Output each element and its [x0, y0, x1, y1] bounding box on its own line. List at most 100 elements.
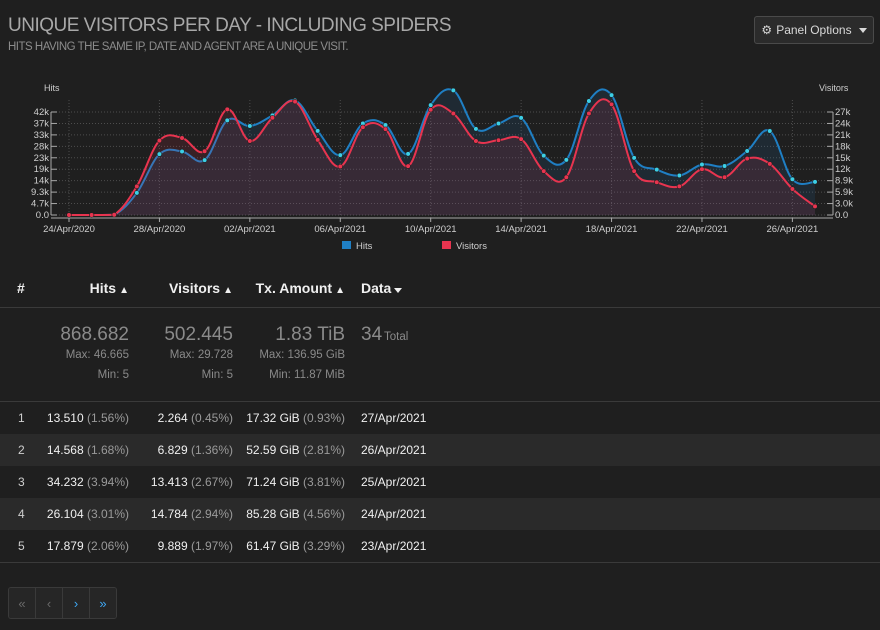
summary-tx-max: Max: 136.95 GiB: [259, 349, 345, 361]
row-tx: 52.59 GiB (2.81%): [246, 443, 345, 457]
y-left-tick-label: 9.3k: [31, 187, 49, 198]
page-prev-button[interactable]: ‹: [36, 588, 63, 618]
data-point: [428, 102, 434, 108]
y-left-tick-label: 42k: [34, 107, 50, 118]
row-tx: 85.28 GiB (4.56%): [246, 507, 345, 521]
data-point: [405, 151, 411, 157]
col-header-index: #: [17, 280, 25, 296]
data-point: [495, 137, 502, 143]
data-point: [654, 167, 660, 173]
y-left-tick-label: 28k: [34, 141, 50, 152]
legend-label: Visitors: [456, 241, 487, 252]
page-first-button[interactable]: «: [9, 588, 36, 618]
panel-options-label: Panel Options: [776, 23, 852, 37]
x-tick-label: 22/Apr/2021: [676, 224, 728, 235]
visitors-chart: 0.04.7k9.3k14k19k23k28k33k37k42k0.03.0k5…: [31, 83, 853, 252]
panel-title: UNIQUE VISITORS PER DAY - INCLUDING SPID…: [8, 15, 452, 36]
row-date: 24/Apr/2021: [361, 507, 427, 521]
summary-data-count: 34: [361, 324, 383, 345]
data-point: [247, 123, 253, 129]
y-left-tick-label: 4.7k: [31, 199, 49, 210]
summary-tx-total: 1.83 TiB: [275, 324, 345, 345]
x-tick-label: 28/Apr/2020: [134, 224, 186, 235]
caret-down-icon: [394, 288, 403, 293]
summary-tx-min: Min: 11.87 MiB: [269, 369, 345, 381]
table-row[interactable]: 4 26.104 (3.01%) 14.784 (2.94%) 85.28 Gi…: [0, 498, 880, 530]
summary-visitors-max: Max: 29.728: [169, 349, 233, 361]
y-right-axis-title: Visitors: [819, 83, 849, 93]
col-header-data[interactable]: Data: [361, 280, 403, 296]
summary-visitors-total: 502.445: [164, 324, 233, 345]
data-point: [473, 126, 479, 132]
x-tick-label: 10/Apr/2021: [405, 224, 457, 235]
data-point: [721, 163, 728, 169]
row-date: 25/Apr/2021: [361, 475, 427, 489]
row-tx: 61.47 GiB (3.29%): [246, 539, 345, 553]
data-point: [586, 98, 592, 104]
table-row[interactable]: 5 17.879 (2.06%) 9.889 (1.97%) 61.47 GiB…: [0, 530, 880, 562]
data-point: [654, 179, 660, 185]
y-right-tick-label: 27k: [835, 107, 851, 118]
row-hits: 26.104 (3.01%): [46, 507, 129, 521]
divider: [0, 562, 880, 563]
row-visitors: 13.413 (2.67%): [150, 475, 233, 489]
panel-options-button[interactable]: ⚙ Panel Options: [754, 16, 874, 44]
caret-down-icon: [858, 27, 867, 33]
data-point: [541, 168, 547, 174]
col-header-visitors[interactable]: Visitors ▲︎: [169, 280, 233, 296]
data-point: [247, 138, 253, 144]
y-left-tick-label: 23k: [34, 153, 50, 164]
row-visitors: 9.889 (1.97%): [157, 539, 233, 553]
table-row[interactable]: 2 14.568 (1.68%) 6.829 (1.36%) 52.59 GiB…: [0, 434, 880, 466]
data-point: [428, 107, 434, 113]
row-hits: 14.568 (1.68%): [46, 443, 129, 457]
data-point: [156, 151, 163, 157]
row-index: 4: [18, 507, 25, 521]
data-point: [541, 153, 547, 159]
summary-hits-max: Max: 46.665: [65, 349, 129, 361]
gear-icon: ⚙: [761, 23, 773, 37]
data-point: [382, 126, 389, 132]
data-point: [812, 203, 818, 209]
table-row[interactable]: 3 34.232 (3.94%) 13.413 (2.67%) 71.24 Gi…: [0, 466, 880, 498]
row-hits: 13.510 (1.56%): [46, 411, 129, 425]
sort-icon: ▲︎: [223, 285, 233, 296]
data-point: [202, 148, 208, 154]
data-point: [315, 137, 321, 143]
data-point: [450, 110, 456, 117]
data-point: [495, 120, 502, 127]
row-tx: 71.24 GiB (3.81%): [246, 475, 345, 489]
summary-hits-min: Min: 5: [97, 369, 129, 381]
legend-swatch: [442, 241, 451, 249]
data-point: [111, 212, 117, 218]
data-point: [156, 138, 163, 144]
y-left-tick-label: 14k: [34, 176, 50, 187]
col-header-tx-amount[interactable]: Tx. Amount ▲︎: [256, 280, 345, 296]
chart-legend: Hits Visitors: [342, 241, 487, 252]
data-point: [699, 166, 705, 172]
y-right-tick-label: 0.0: [835, 210, 848, 221]
page-last-button[interactable]: »: [90, 588, 116, 618]
data-point: [767, 128, 773, 134]
row-hits: 34.232 (3.94%): [46, 475, 129, 489]
y-right-tick-label: 24k: [835, 118, 851, 129]
data-point: [360, 124, 366, 130]
row-date: 23/Apr/2021: [361, 539, 427, 553]
divider: [0, 307, 880, 308]
data-point: [473, 138, 479, 144]
data-point: [812, 179, 818, 185]
col-header-hits[interactable]: Hits ▲︎: [90, 280, 129, 296]
row-visitors: 2.264 (0.45%): [157, 411, 233, 425]
data-point: [179, 148, 185, 155]
row-index: 5: [18, 539, 25, 553]
table-row[interactable]: 1 13.510 (1.56%) 2.264 (0.45%) 17.32 GiB…: [0, 402, 880, 434]
page-next-button[interactable]: ›: [63, 588, 90, 618]
row-date: 27/Apr/2021: [361, 411, 427, 425]
data-point: [676, 172, 682, 179]
data-point: [608, 101, 615, 107]
x-tick-label: 14/Apr/2021: [495, 224, 547, 235]
y-right-tick-label: 18k: [835, 141, 851, 152]
summary-hits-total: 868.682: [60, 324, 129, 345]
row-index: 3: [18, 475, 25, 489]
y-right-tick-label: 5.9k: [835, 187, 853, 198]
